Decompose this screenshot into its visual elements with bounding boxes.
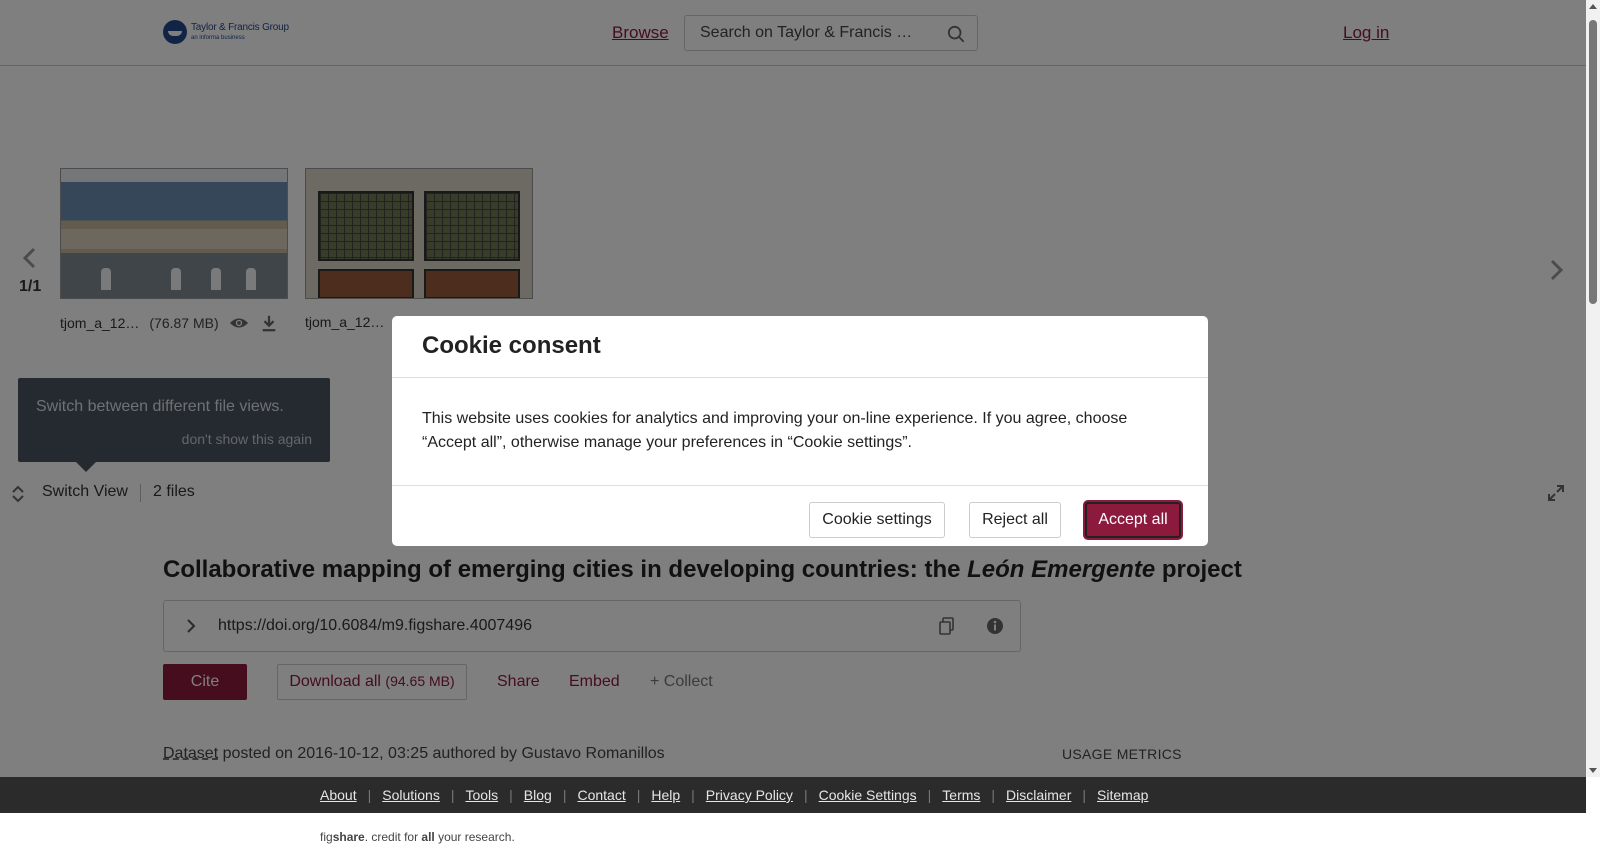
cookie-settings-button[interactable]: Cookie settings	[809, 502, 945, 538]
cookie-consent-dialog: Cookie consent This website uses cookies…	[392, 316, 1208, 546]
cookie-consent-title: Cookie consent	[422, 332, 601, 359]
cookie-consent-text: This website uses cookies for analytics …	[422, 410, 1128, 451]
footer-link-disclaimer[interactable]: Disclaimer	[1006, 787, 1071, 803]
scroll-up-icon[interactable]	[1589, 4, 1597, 9]
footer-bottom: figshare. credit for all your research.	[0, 813, 1586, 861]
page-scrollbar[interactable]	[1586, 0, 1600, 777]
footer-link-sitemap[interactable]: Sitemap	[1097, 787, 1148, 803]
accept-all-button[interactable]: Accept all	[1085, 502, 1181, 538]
reject-all-button[interactable]: Reject all	[969, 502, 1061, 538]
footer-link-cookie-settings[interactable]: Cookie Settings	[819, 787, 917, 803]
footer-link-tools[interactable]: Tools	[465, 787, 498, 803]
footer-link-solutions[interactable]: Solutions	[382, 787, 440, 803]
footer-link-help[interactable]: Help	[651, 787, 680, 803]
footer-link-privacy[interactable]: Privacy Policy	[706, 787, 793, 803]
footer-link-contact[interactable]: Contact	[577, 787, 625, 803]
footer-link-about[interactable]: About	[320, 787, 357, 803]
figshare-tagline: figshare. credit for all your research.	[320, 830, 515, 844]
footer-links: About | Solutions | Tools | Blog | Contact | …	[0, 777, 1586, 813]
footer-link-terms[interactable]: Terms	[942, 787, 980, 803]
scroll-down-icon[interactable]	[1589, 768, 1597, 773]
footer-link-blog[interactable]: Blog	[524, 787, 552, 803]
scrollbar-thumb[interactable]	[1589, 20, 1597, 304]
